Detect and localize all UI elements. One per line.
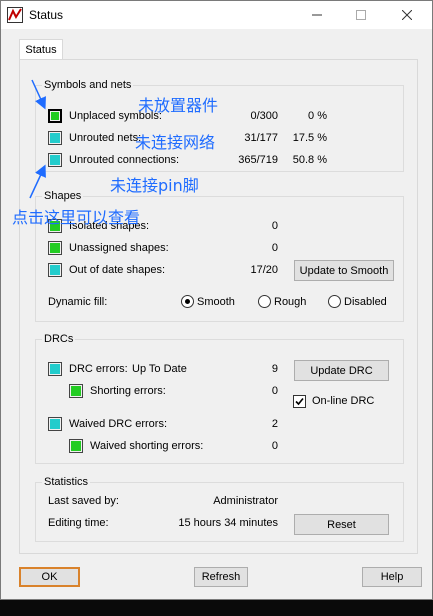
unassigned-shapes-label: Unassigned shapes:	[69, 242, 169, 254]
unplaced-symbols-value: 0/300	[250, 110, 278, 122]
unrouted-nets-label: Unrouted nets:	[69, 132, 142, 144]
fill-smooth-radio[interactable]	[181, 295, 194, 308]
isolated-shapes-value: 0	[271, 220, 278, 232]
help-button[interactable]: Help	[362, 567, 422, 587]
update-to-smooth-button[interactable]: Update to Smooth	[294, 260, 394, 281]
waived-drc-errors-indicator[interactable]	[48, 417, 62, 431]
ok-button[interactable]: OK	[19, 567, 80, 587]
unplaced-symbols-indicator[interactable]	[48, 109, 62, 123]
last-saved-label: Last saved by:	[48, 495, 119, 507]
window-title: Status	[29, 8, 64, 22]
annotation-click-here: 点击这里可以查看	[12, 208, 141, 227]
shorting-errors-label: Shorting errors:	[90, 385, 166, 397]
out-of-date-shapes-value: 17/20	[250, 264, 278, 276]
online-drc-checkbox[interactable]	[293, 395, 306, 408]
online-drc-label[interactable]: On-line DRC	[312, 395, 374, 407]
annotation-unplaced: 未放置器件	[138, 96, 219, 115]
out-of-date-shapes-label: Out of date shapes:	[69, 264, 166, 276]
fill-rough-label[interactable]: Rough	[274, 296, 306, 308]
unrouted-nets-value: 31/177	[244, 132, 278, 144]
status-window: Status Status Symbols and nets Unplaced …	[0, 0, 433, 600]
waived-drc-errors-value: 2	[271, 418, 278, 430]
dynamic-fill-label: Dynamic fill:	[48, 296, 108, 308]
unrouted-connections-percent: 50.8 %	[292, 154, 327, 166]
tab-status[interactable]: Status	[19, 39, 63, 60]
unassigned-shapes-indicator[interactable]	[48, 241, 62, 255]
update-drc-button[interactable]: Update DRC	[294, 360, 389, 381]
unrouted-nets-percent: 17.5 %	[292, 132, 327, 144]
reset-button[interactable]: Reset	[294, 514, 389, 535]
unassigned-shapes-value: 0	[271, 242, 278, 254]
shorting-errors-indicator[interactable]	[69, 384, 83, 398]
refresh-button[interactable]: Refresh	[194, 567, 248, 587]
last-saved-value: Administrator	[213, 495, 278, 507]
symbols-nets-title: Symbols and nets	[42, 79, 134, 91]
unplaced-symbols-percent: 0 %	[308, 110, 327, 122]
drc-errors-value: 9	[271, 363, 278, 375]
annotation-unrouted-nets: 未连接网络	[135, 133, 216, 152]
waived-shorting-errors-value: 0	[271, 440, 278, 452]
fill-smooth-label[interactable]: Smooth	[197, 296, 235, 308]
app-icon	[7, 7, 23, 23]
status-bar-strip	[0, 600, 433, 616]
shapes-title: Shapes	[42, 190, 84, 202]
out-of-date-shapes-indicator[interactable]	[48, 263, 62, 277]
drcs-title: DRCs	[42, 333, 76, 345]
unrouted-connections-indicator[interactable]	[48, 153, 62, 167]
minimize-icon[interactable]	[295, 1, 339, 29]
close-icon[interactable]	[385, 1, 429, 29]
fill-rough-radio[interactable]	[258, 295, 271, 308]
title-bar: Status	[1, 1, 432, 29]
fill-disabled-label[interactable]: Disabled	[344, 296, 387, 308]
annotation-unrouted-pins: 未连接pin脚	[110, 176, 199, 195]
drc-status: Up To Date	[132, 363, 187, 375]
statistics-title: Statistics	[42, 476, 91, 488]
unrouted-connections-label: Unrouted connections:	[69, 154, 180, 166]
fill-disabled-radio[interactable]	[328, 295, 341, 308]
drc-errors-indicator[interactable]	[48, 362, 62, 376]
waived-drc-errors-label: Waived DRC errors:	[69, 418, 167, 430]
unrouted-connections-value: 365/719	[238, 154, 278, 166]
waived-shorting-errors-indicator[interactable]	[69, 439, 83, 453]
unrouted-nets-indicator[interactable]	[48, 131, 62, 145]
editing-time-label: Editing time:	[48, 517, 109, 529]
waived-shorting-errors-label: Waived shorting errors:	[90, 440, 204, 452]
maximize-icon[interactable]	[339, 1, 383, 29]
editing-time-value: 15 hours 34 minutes	[178, 517, 278, 529]
drc-errors-label: DRC errors:	[69, 363, 128, 375]
shorting-errors-value: 0	[271, 385, 278, 397]
